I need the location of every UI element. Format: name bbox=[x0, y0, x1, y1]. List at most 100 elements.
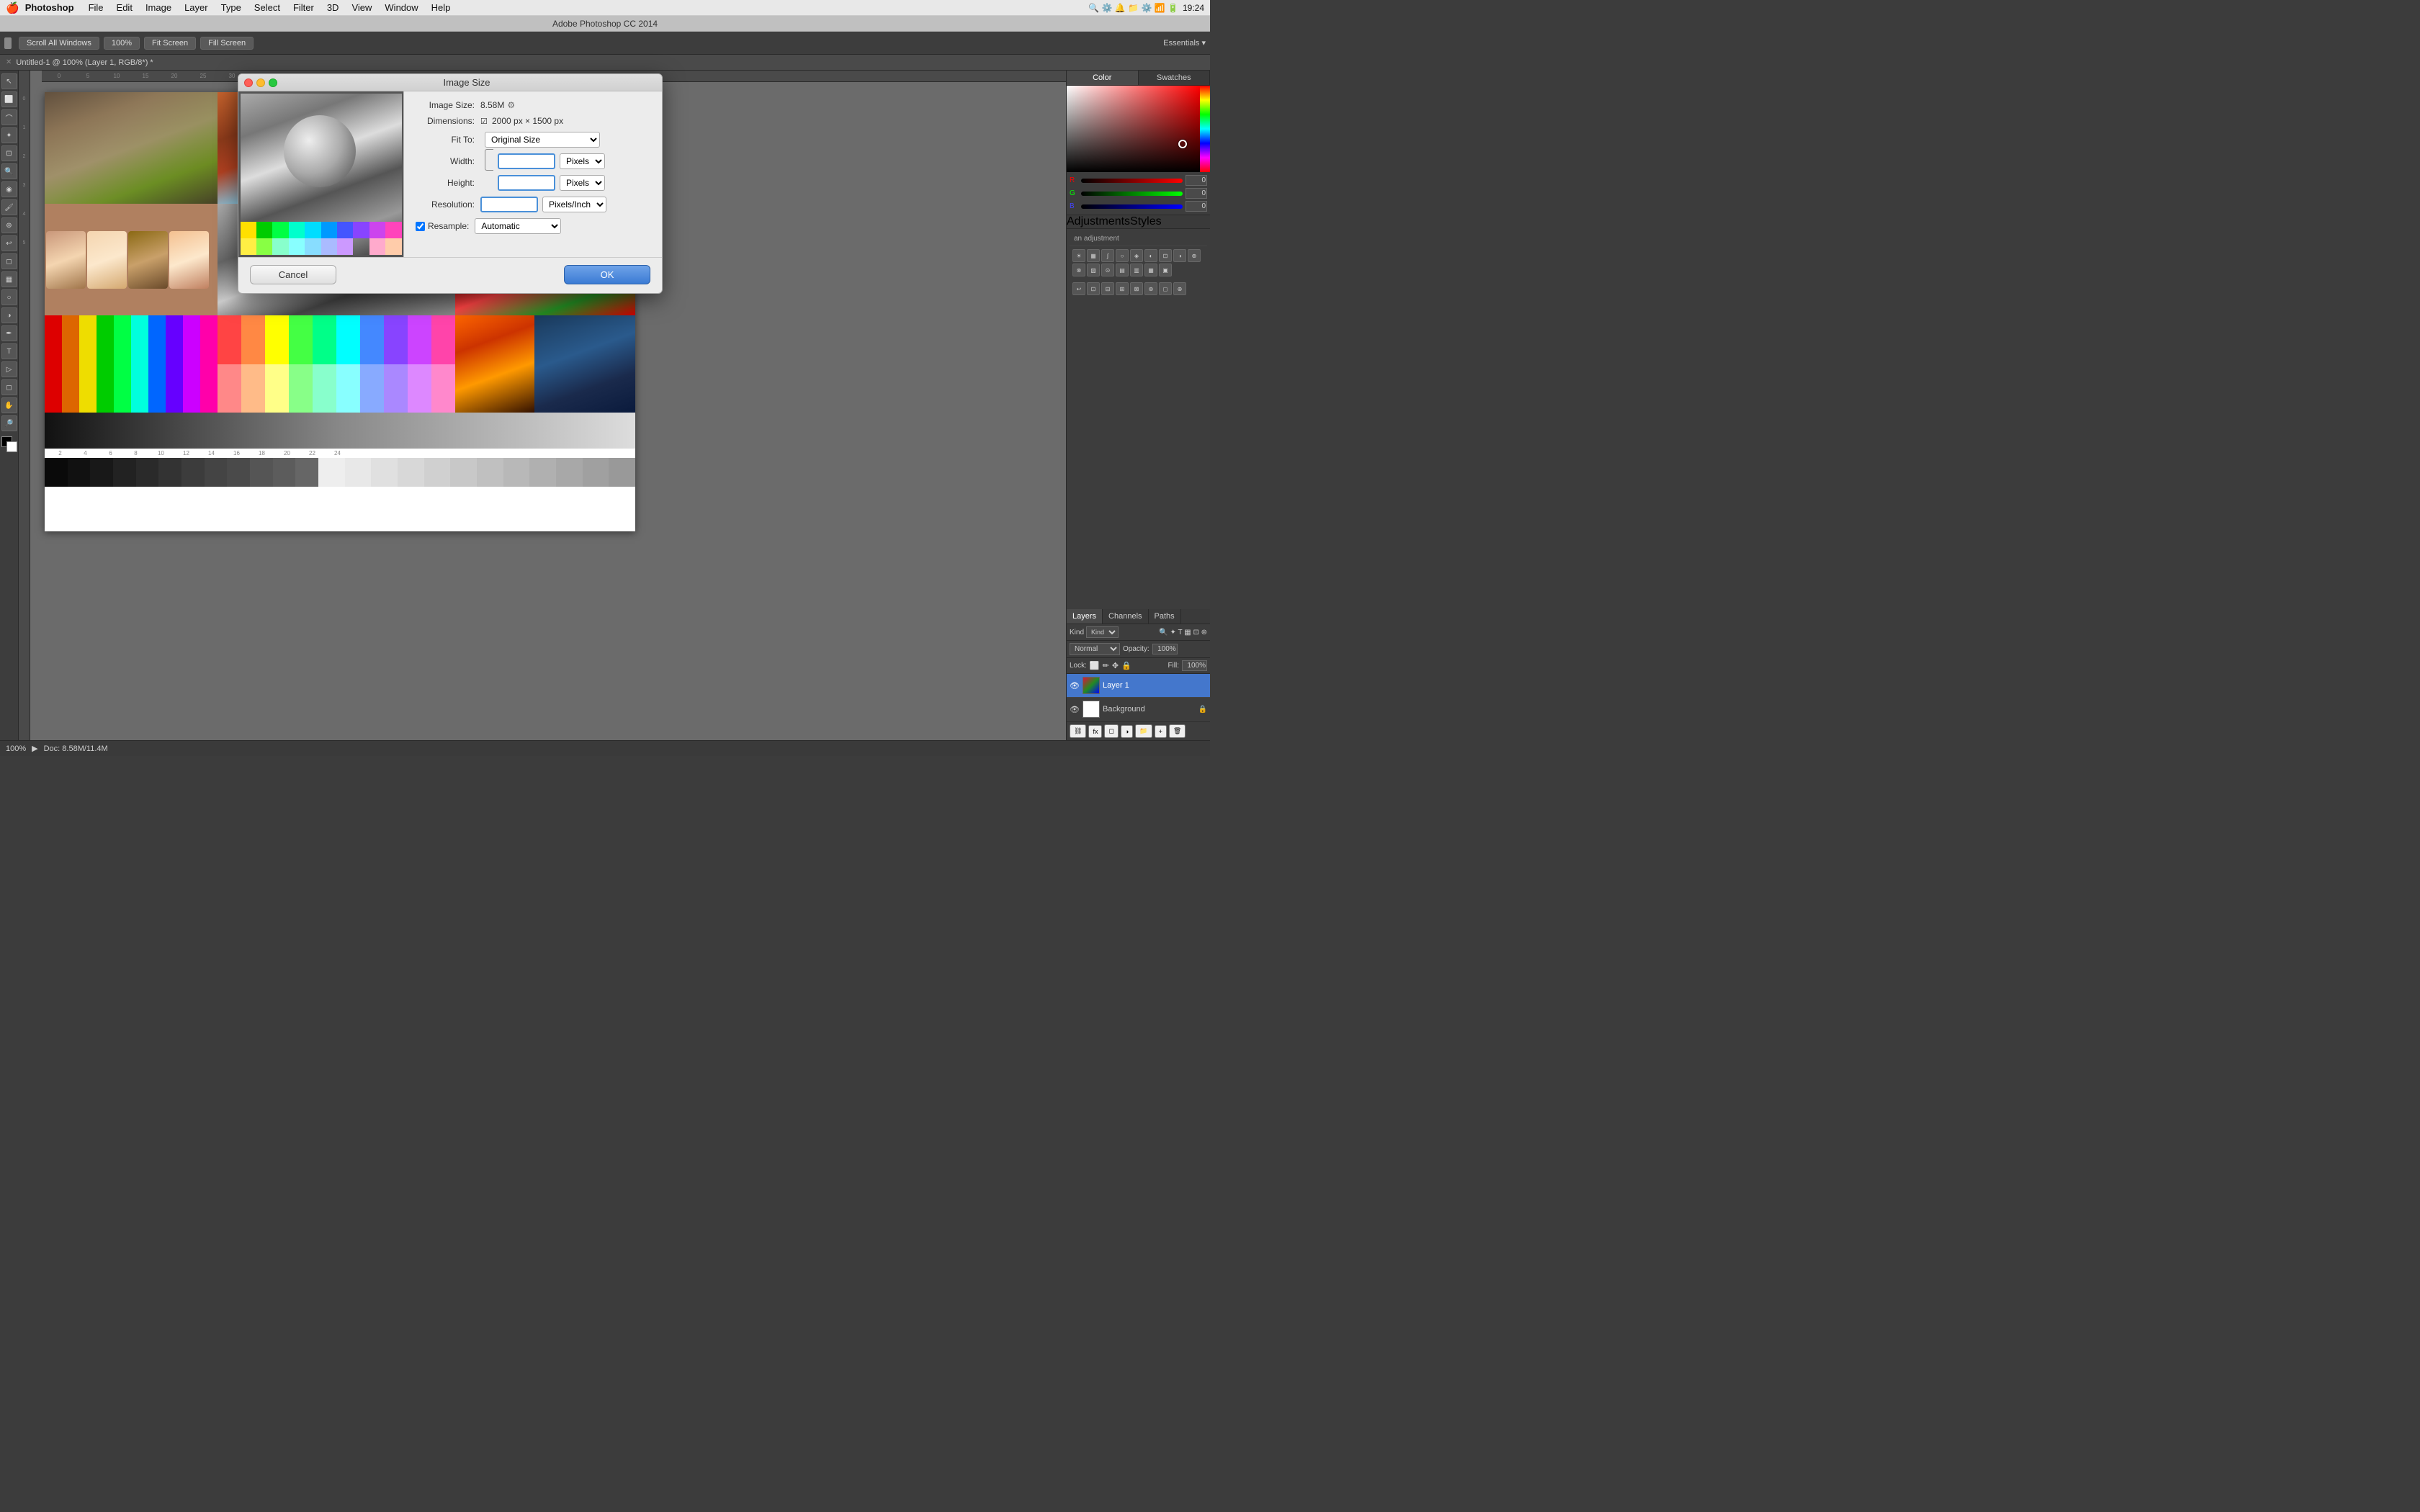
adj-hsl[interactable]: ◐ bbox=[1144, 249, 1157, 262]
r-slider[interactable] bbox=[1081, 179, 1183, 183]
hand-tool[interactable]: ✋ bbox=[1, 397, 17, 413]
b-slider[interactable] bbox=[1081, 204, 1183, 209]
path-select-tool[interactable]: ▷ bbox=[1, 361, 17, 377]
eyedropper-tool[interactable]: 🔍 bbox=[1, 163, 17, 179]
menu-edit[interactable]: Edit bbox=[111, 1, 138, 14]
dodge-tool[interactable]: ◑ bbox=[1, 307, 17, 323]
adj-layer-btn[interactable]: ◑ bbox=[1121, 725, 1133, 738]
adj-posterize[interactable]: ▤ bbox=[1116, 264, 1129, 276]
gradient-tool[interactable]: ▦ bbox=[1, 271, 17, 287]
menu-view[interactable]: View bbox=[346, 1, 377, 14]
r-value[interactable] bbox=[1186, 175, 1207, 186]
adj-icon-2-3[interactable]: ⊟ bbox=[1101, 282, 1114, 295]
move-tool[interactable]: ↖ bbox=[1, 73, 17, 89]
g-slider[interactable] bbox=[1081, 192, 1183, 196]
height-unit-select[interactable]: Pixels bbox=[560, 175, 605, 191]
adj-icon-2-2[interactable]: ⊡ bbox=[1087, 282, 1100, 295]
lock-position[interactable]: ✥ bbox=[1112, 661, 1119, 670]
settings-gear-icon[interactable]: ⚙ bbox=[507, 100, 515, 110]
menu-3d[interactable]: 3D bbox=[321, 1, 345, 14]
adj-photo-filter[interactable]: ⊕ bbox=[1188, 249, 1201, 262]
add-style-btn[interactable]: fx bbox=[1088, 725, 1102, 738]
type-tool[interactable]: T bbox=[1, 343, 17, 359]
menu-help[interactable]: Help bbox=[426, 1, 457, 14]
lock-image[interactable]: ✏ bbox=[1103, 661, 1109, 670]
layer-visibility-1[interactable]: 👁 bbox=[1070, 681, 1080, 690]
crop-tool[interactable]: ⊡ bbox=[1, 145, 17, 161]
resample-checkbox[interactable] bbox=[416, 222, 425, 231]
menu-type[interactable]: Type bbox=[215, 1, 247, 14]
layer-visibility-bg[interactable]: 👁 bbox=[1070, 705, 1080, 714]
resolution-input[interactable]: 72 bbox=[480, 197, 538, 212]
blur-tool[interactable]: ○ bbox=[1, 289, 17, 305]
opacity-input[interactable] bbox=[1152, 644, 1178, 654]
adj-icon-2-6[interactable]: ⊛ bbox=[1144, 282, 1157, 295]
adj-icon-2-4[interactable]: ⊞ bbox=[1116, 282, 1129, 295]
zoom-button[interactable] bbox=[269, 78, 277, 87]
adj-levels[interactable]: ▦ bbox=[1087, 249, 1100, 262]
image-size-dialog[interactable]: Image Size bbox=[238, 73, 663, 294]
zoom-btn[interactable]: 100% bbox=[104, 37, 140, 50]
swatches-tab[interactable]: Swatches bbox=[1139, 71, 1211, 85]
menu-file[interactable]: File bbox=[83, 1, 109, 14]
rect-select-tool[interactable]: ⬜ bbox=[1, 91, 17, 107]
ok-button[interactable]: OK bbox=[564, 265, 650, 284]
cancel-button[interactable]: Cancel bbox=[250, 265, 336, 284]
history-brush-tool[interactable]: ↩ bbox=[1, 235, 17, 251]
adj-threshold[interactable]: ▥ bbox=[1130, 264, 1143, 276]
layer-row-background[interactable]: 👁 Background 🔒 bbox=[1067, 698, 1210, 721]
fg-bg-colors[interactable] bbox=[1, 436, 17, 452]
dimensions-checkbox[interactable]: ☑ bbox=[480, 117, 492, 126]
minimize-button[interactable] bbox=[256, 78, 265, 87]
resample-select[interactable]: Automatic bbox=[475, 218, 561, 234]
lasso-tool[interactable]: ⌒ bbox=[1, 109, 17, 125]
zoom-tool[interactable]: 🔎 bbox=[1, 415, 17, 431]
width-unit-select[interactable]: Pixels bbox=[560, 153, 605, 169]
adj-bw[interactable]: ◑ bbox=[1173, 249, 1186, 262]
fill-input[interactable] bbox=[1182, 660, 1207, 671]
layers-tab[interactable]: Layers bbox=[1067, 609, 1103, 624]
new-group-btn[interactable]: 📁 bbox=[1135, 724, 1152, 738]
color-tab[interactable]: Color bbox=[1067, 71, 1139, 85]
adj-icon-2-7[interactable]: ◻ bbox=[1159, 282, 1172, 295]
fill-screen-btn[interactable]: Fill Screen bbox=[200, 37, 254, 50]
adj-selective-color[interactable]: ▣ bbox=[1159, 264, 1172, 276]
link-layers-btn[interactable]: ⛓ bbox=[1070, 724, 1086, 738]
hue-slider[interactable] bbox=[1200, 86, 1210, 172]
lock-transparent[interactable]: ⬜ bbox=[1090, 661, 1100, 670]
g-value[interactable] bbox=[1186, 188, 1207, 199]
document-tab[interactable]: Untitled-1 @ 100% (Layer 1, RGB/8*) * bbox=[16, 58, 153, 67]
menu-filter[interactable]: Filter bbox=[287, 1, 320, 14]
adj-brightness[interactable]: ☀ bbox=[1072, 249, 1085, 262]
add-mask-btn[interactable]: ◻ bbox=[1104, 724, 1118, 738]
adj-icon-2-8[interactable]: ⊕ bbox=[1173, 282, 1186, 295]
tab-close[interactable]: ✕ bbox=[6, 58, 12, 66]
close-button[interactable] bbox=[244, 78, 253, 87]
clone-stamp-tool[interactable]: ⊕ bbox=[1, 217, 17, 233]
pen-tool[interactable]: ✒ bbox=[1, 325, 17, 341]
paths-tab[interactable]: Paths bbox=[1149, 609, 1181, 624]
brush-tool[interactable]: 🖌 bbox=[1, 199, 17, 215]
width-input[interactable]: 2000 bbox=[498, 153, 555, 169]
menu-image[interactable]: Image bbox=[140, 1, 177, 14]
adj-color-lookup[interactable]: ▧ bbox=[1087, 264, 1100, 276]
adj-icon-2-5[interactable]: ⊠ bbox=[1130, 282, 1143, 295]
adj-exposure[interactable]: ○ bbox=[1116, 249, 1129, 262]
adj-channel-mixer[interactable]: ⊗ bbox=[1072, 264, 1085, 276]
spot-heal-tool[interactable]: ◉ bbox=[1, 181, 17, 197]
layer-row-1[interactable]: 👁 Layer 1 bbox=[1067, 674, 1210, 698]
menu-window[interactable]: Window bbox=[379, 1, 424, 14]
resolution-unit-select[interactable]: Pixels/Inch bbox=[542, 197, 606, 212]
adj-color-balance[interactable]: ⊡ bbox=[1159, 249, 1172, 262]
new-layer-btn[interactable]: + bbox=[1155, 725, 1167, 738]
blending-mode-select[interactable]: Normal bbox=[1070, 643, 1120, 655]
adj-curves[interactable]: ∫ bbox=[1101, 249, 1114, 262]
apple-menu[interactable]: 🍎 bbox=[6, 1, 19, 14]
adj-invert[interactable]: ⊙ bbox=[1101, 264, 1114, 276]
color-spectrum[interactable] bbox=[1067, 86, 1210, 172]
menu-layer[interactable]: Layer bbox=[179, 1, 214, 14]
lock-all[interactable]: 🔒 bbox=[1121, 661, 1131, 670]
shape-tool[interactable]: ◻ bbox=[1, 379, 17, 395]
adj-gradient-map[interactable]: ▦ bbox=[1144, 264, 1157, 276]
scroll-all-btn[interactable]: Scroll All Windows bbox=[19, 37, 99, 50]
